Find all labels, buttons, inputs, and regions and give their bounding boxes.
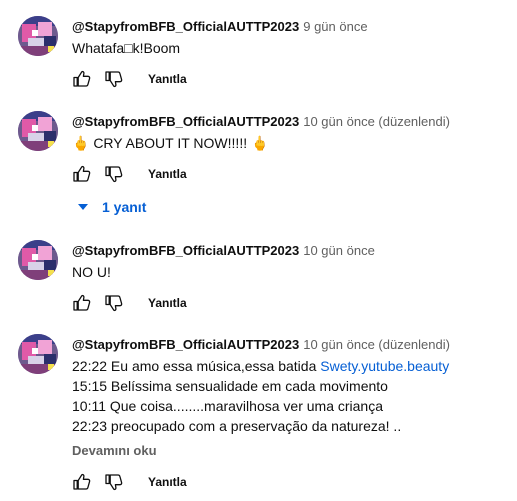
comment-time[interactable]: 10 gün önce (düzenlendi)	[303, 337, 450, 352]
comment-line: 22:22 Eu amo essa música,essa batida	[72, 358, 321, 374]
reply-button[interactable]: Yanıtla	[148, 167, 187, 181]
avatar[interactable]	[18, 111, 58, 151]
comment-header: @StapyfromBFB_OfficialAUTTP2023 10 gün ön…	[72, 337, 450, 353]
author-name[interactable]: @StapyfromBFB_OfficialAUTTP2023	[72, 337, 299, 352]
comment-actions: Yanıtla	[72, 67, 187, 91]
like-button[interactable]	[72, 293, 92, 313]
comment-header: @StapyfromBFB_OfficialAUTTP2023 10 gün ön…	[72, 114, 450, 130]
author-name[interactable]: @StapyfromBFB_OfficialAUTTP2023	[72, 243, 299, 258]
comment-text: 22:22 Eu amo essa música,essa batida Swe…	[72, 356, 449, 436]
comment-actions: Yanıtla	[72, 162, 187, 186]
thumb-down-outline-icon	[105, 71, 123, 88]
comment-text: 🖕 CRY ABOUT IT NOW!!!!! 🖕	[72, 133, 268, 153]
avatar[interactable]	[18, 334, 58, 374]
dislike-button[interactable]	[104, 472, 124, 492]
dislike-button[interactable]	[104, 293, 124, 313]
comment-header: @StapyfromBFB_OfficialAUTTP2023 10 gün ön…	[72, 243, 375, 259]
thumb-up-outline-icon	[73, 70, 91, 87]
view-replies-button[interactable]: 1 yanıt	[78, 199, 146, 215]
avatar[interactable]	[18, 16, 58, 56]
avatar[interactable]	[18, 240, 58, 280]
comment-actions: Yanıtla	[72, 291, 187, 315]
thumb-down-outline-icon	[105, 474, 123, 491]
like-button[interactable]	[72, 472, 92, 492]
comment-link[interactable]: Swety.yutube.beauty	[320, 358, 449, 374]
thumb-up-outline-icon	[73, 294, 91, 311]
like-button[interactable]	[72, 69, 92, 89]
comment-line: Whatafa□k!Boom	[72, 40, 181, 56]
thumb-down-outline-icon	[105, 166, 123, 183]
author-name[interactable]: @StapyfromBFB_OfficialAUTTP2023	[72, 19, 299, 34]
comment-time[interactable]: 10 gün önce (düzenlendi)	[303, 114, 450, 129]
reply-button[interactable]: Yanıtla	[148, 72, 187, 86]
dislike-button[interactable]	[104, 164, 124, 184]
comment-time[interactable]: 10 gün önce	[303, 243, 375, 258]
thumb-up-outline-icon	[73, 473, 91, 490]
comment-actions: Yanıtla	[72, 470, 187, 494]
thumb-up-outline-icon	[73, 165, 91, 182]
reply-button[interactable]: Yanıtla	[148, 296, 187, 310]
comment-line: 10:11 Que coisa........maravilhosa ver u…	[72, 398, 383, 414]
comment-time[interactable]: 9 gün önce	[303, 19, 367, 34]
replies-count: 1 yanıt	[102, 199, 147, 215]
dislike-button[interactable]	[104, 69, 124, 89]
thumb-down-outline-icon	[105, 295, 123, 312]
author-name[interactable]: @StapyfromBFB_OfficialAUTTP2023	[72, 114, 299, 129]
comment-text: NO U!	[72, 262, 111, 282]
comment-text: Whatafa□k!Boom	[72, 38, 180, 58]
read-more-button[interactable]: Devamını oku	[72, 443, 157, 458]
comment-line: 15:15 Belíssima sensualidade em cada mov…	[72, 378, 388, 394]
like-button[interactable]	[72, 164, 92, 184]
caret-down-icon	[78, 204, 88, 210]
reply-button[interactable]: Yanıtla	[148, 475, 187, 489]
comment-line: 22:23 preocupado com a preservação da na…	[72, 418, 402, 434]
comment-line: 🖕 CRY ABOUT IT NOW!!!!! 🖕	[72, 135, 269, 151]
comment-line: NO U!	[72, 264, 111, 280]
comment-header: @StapyfromBFB_OfficialAUTTP2023 9 gün önc…	[72, 19, 368, 35]
